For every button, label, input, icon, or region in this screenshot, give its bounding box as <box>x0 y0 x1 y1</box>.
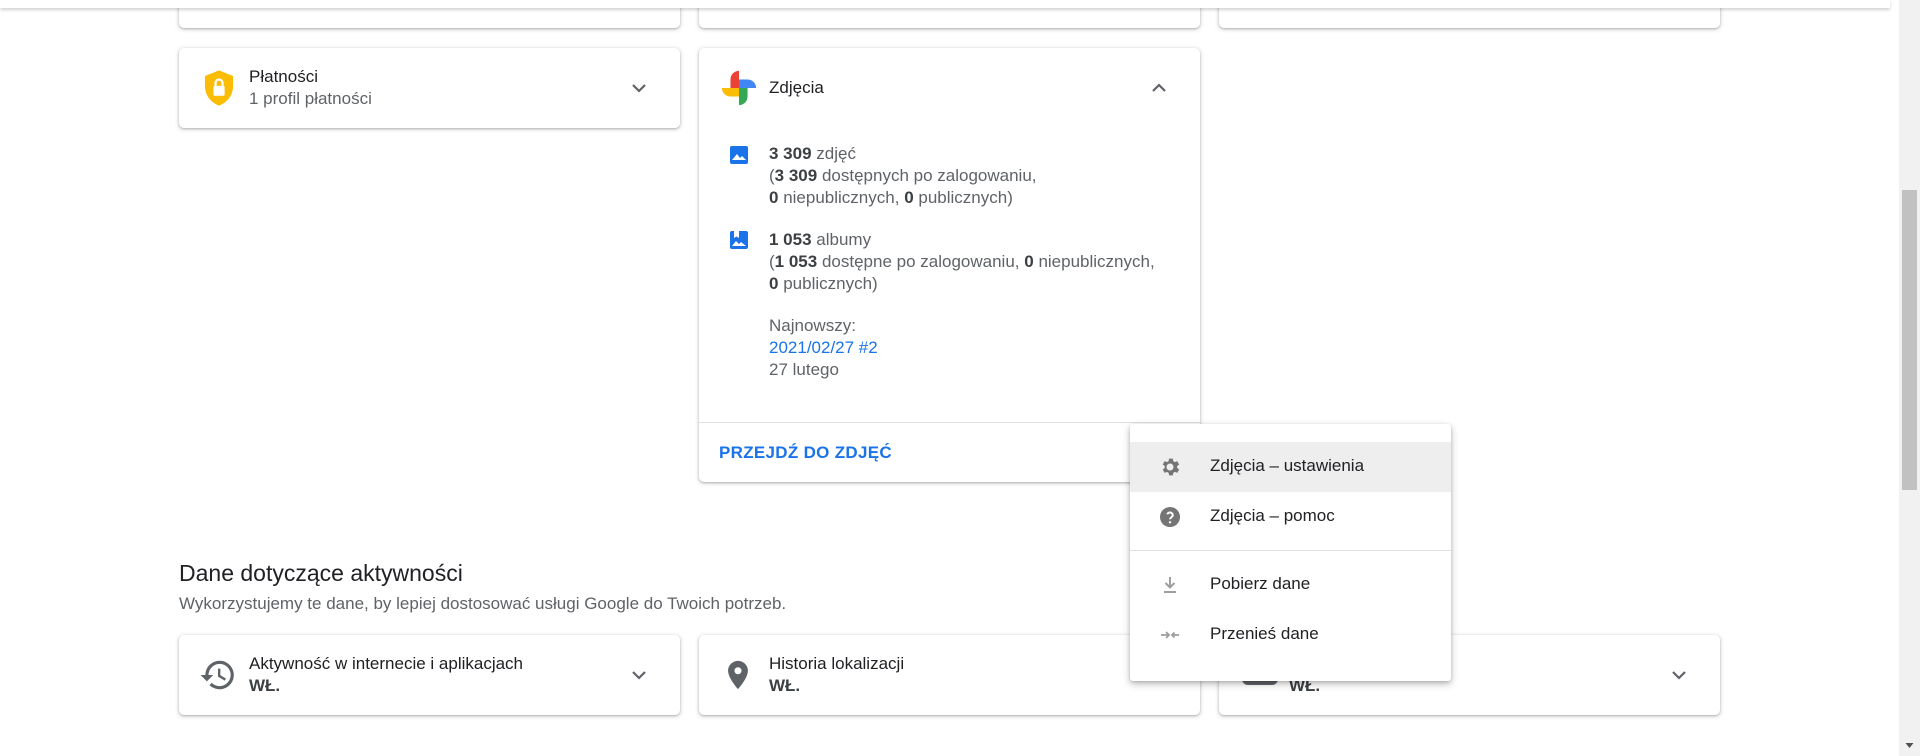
photos-more-menu: Zdjęcia – ustawienia Zdjęcia – pomoc Pob… <box>1130 424 1451 681</box>
menu-item-label: Pobierz dane <box>1210 574 1311 593</box>
payments-subtitle: 1 profil płatności <box>249 89 372 108</box>
location-history-card[interactable]: Historia lokalizacji WŁ. <box>699 635 1200 715</box>
chevron-down-icon[interactable] <box>627 663 651 687</box>
newest-album-link[interactable]: 2021/02/27 #2 <box>769 337 878 359</box>
payments-title: Płatności <box>249 67 318 86</box>
menu-item-photos-settings[interactable]: Zdjęcia – ustawienia <box>1130 442 1451 492</box>
newest-date: 27 lutego <box>769 360 839 379</box>
google-photos-icon <box>721 70 757 106</box>
newest-album: Najnowszy: 2021/02/27 #2 27 lutego <box>769 315 878 381</box>
shield-icon <box>204 70 234 106</box>
location-history-status: WŁ. <box>769 676 801 695</box>
photos-card: Zdjęcia 3 309 zdjęć (3 309 dostępnych po… <box>699 48 1200 482</box>
photos-title: Zdjęcia <box>769 78 824 97</box>
chevron-up-icon[interactable] <box>1147 76 1171 100</box>
newest-label: Najnowszy: <box>769 316 856 335</box>
image-icon <box>730 146 748 164</box>
top-app-bar-shadow <box>0 0 1890 8</box>
download-icon <box>1164 577 1176 593</box>
menu-item-download-data[interactable]: Pobierz dane <box>1130 560 1451 610</box>
scrollbar-thumb[interactable] <box>1902 190 1917 490</box>
web-app-activity-status: WŁ. <box>249 676 281 695</box>
gear-icon <box>1162 458 1180 476</box>
menu-item-transfer-data[interactable]: Przenieś dane <box>1130 610 1451 660</box>
location-pin-icon <box>728 660 748 690</box>
album-icon <box>730 231 748 249</box>
web-app-activity-title: Aktywność w internecie i aplikacjach <box>249 654 524 673</box>
location-history-title: Historia lokalizacji <box>769 654 905 673</box>
help-icon <box>1160 507 1180 527</box>
menu-item-label: Zdjęcia – pomoc <box>1210 506 1335 525</box>
transfer-icon <box>1161 631 1179 639</box>
scroll-down-arrow-icon[interactable] <box>1899 738 1920 754</box>
menu-item-photos-help[interactable]: Zdjęcia – pomoc <box>1130 492 1451 542</box>
chevron-down-icon[interactable] <box>1667 663 1691 687</box>
menu-item-label: Zdjęcia – ustawienia <box>1210 456 1365 475</box>
photos-stats: 3 309 zdjęć (3 309 dostępnych po zalogow… <box>769 144 1037 207</box>
payments-card[interactable]: Płatności 1 profil płatności <box>179 48 680 128</box>
menu-divider <box>1130 550 1451 551</box>
card-divider <box>699 422 1200 423</box>
chevron-down-icon[interactable] <box>627 76 651 100</box>
web-app-activity-card[interactable]: Aktywność w internecie i aplikacjach WŁ. <box>179 635 680 715</box>
history-icon <box>200 660 234 690</box>
go-to-photos-link[interactable]: PRZEJDŹ DO ZDJĘĆ <box>719 443 892 463</box>
activity-section-description: Wykorzystujemy te dane, by lepiej dostos… <box>179 594 787 613</box>
scrollbar-track[interactable] <box>1899 0 1920 756</box>
menu-item-label: Przenieś dane <box>1210 624 1319 643</box>
albums-stats: 1 053 albumy (1 053 dostępne po zalogowa… <box>769 230 1155 293</box>
activity-section-title: Dane dotyczące aktywności <box>179 560 463 586</box>
